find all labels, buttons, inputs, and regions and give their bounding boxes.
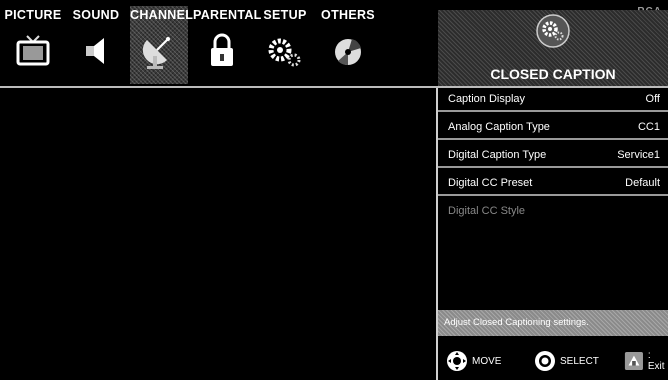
- menu-item-label: Digital Caption Type: [448, 149, 547, 161]
- tab-label: SOUND: [72, 8, 120, 22]
- speaker-icon: [86, 38, 104, 64]
- move-label: MOVE: [472, 355, 502, 367]
- move-hint: MOVE: [446, 350, 501, 372]
- tab-parental[interactable]: PARENTAL: [193, 6, 262, 84]
- tab-label: PARENTAL: [193, 8, 262, 22]
- menu-item-label: Caption Display: [448, 93, 526, 105]
- gears-icon: [268, 38, 301, 67]
- lock-icon: [211, 33, 233, 66]
- menu-item-digital-cc-preset[interactable]: Digital CC Preset Default: [438, 172, 668, 196]
- dpad-icon: [447, 351, 467, 371]
- tab-label: PICTURE: [4, 8, 62, 22]
- tv-icon: [16, 35, 50, 66]
- menu-tabs: PICTURE SOUND CHANNEL PARENTAL SETUP OTH…: [4, 6, 377, 84]
- select-label: SELECT: [560, 355, 599, 367]
- caption-menu: Caption Display Off Analog Caption Type …: [438, 88, 668, 226]
- menu-item-value: Off: [645, 93, 660, 105]
- panel-header: CLOSED CAPTION: [438, 10, 668, 86]
- tab-sound[interactable]: SOUND: [67, 6, 125, 84]
- tab-label: OTHERS: [321, 8, 375, 22]
- exit-hint: : Exit: [624, 350, 668, 372]
- menu-item-value: Service1: [617, 149, 660, 161]
- tab-channel[interactable]: CHANNEL: [130, 6, 194, 84]
- menu-item-analog-caption-type[interactable]: Analog Caption Type CC1: [438, 116, 668, 140]
- tab-label: SETUP: [263, 8, 307, 22]
- tab-picture[interactable]: PICTURE: [4, 6, 62, 84]
- menu-item-value: Default: [625, 177, 660, 189]
- tab-label: CHANNEL: [130, 8, 194, 22]
- menu-item-value: CC1: [637, 121, 660, 133]
- select-button-icon: [535, 351, 555, 371]
- menu-item-digital-cc-style: Digital CC Style: [438, 200, 668, 222]
- select-hint: SELECT: [534, 350, 599, 372]
- menu-item-caption-display[interactable]: Caption Display Off: [438, 88, 668, 112]
- menu-item-digital-caption-type[interactable]: Digital Caption Type Service1: [438, 144, 668, 168]
- disc-icon: [335, 39, 361, 66]
- menu-item-label: Analog Caption Type: [448, 121, 550, 133]
- exit-label: : Exit: [647, 350, 665, 372]
- tab-setup[interactable]: SETUP: [256, 6, 314, 84]
- menu-item-label: Digital CC Style: [448, 205, 526, 217]
- control-hints: MOVE SELECT : Exit: [438, 346, 668, 376]
- satellite-icon: [142, 37, 170, 69]
- exit-key-icon: [624, 351, 643, 371]
- tab-others[interactable]: OTHERS: [319, 6, 377, 84]
- gears-icon: [536, 14, 570, 48]
- help-text-bar: Adjust Closed Captioning settings.: [438, 310, 668, 336]
- menu-item-label: Digital CC Preset: [448, 177, 533, 189]
- top-menu-bar: PICTURE SOUND CHANNEL PARENTAL SETUP OTH…: [0, 0, 668, 86]
- preview-area: [0, 88, 436, 380]
- panel-title: CLOSED CAPTION: [490, 66, 616, 82]
